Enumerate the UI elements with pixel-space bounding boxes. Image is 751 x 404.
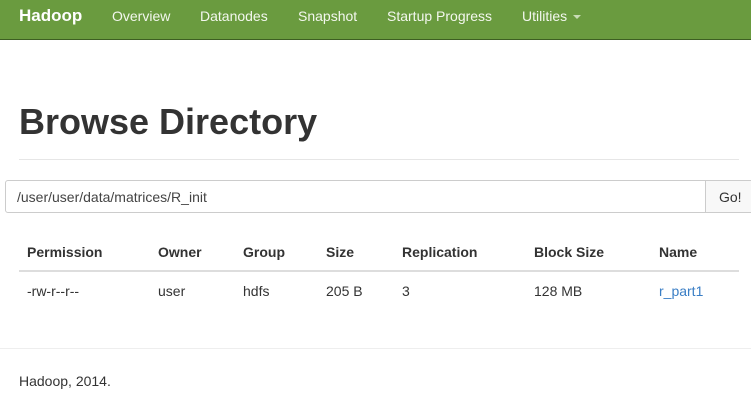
- nav-item-utilities-label: Utilities: [522, 8, 568, 24]
- column-header-name[interactable]: Name: [659, 243, 697, 261]
- cell-block-size: 128 MB: [534, 283, 583, 299]
- cell-group: hdfs: [243, 283, 270, 299]
- column-header-group[interactable]: Group: [243, 243, 285, 261]
- page-title: Browse Directory: [19, 101, 318, 142]
- cell-size: 205 B: [326, 283, 363, 299]
- directory-path-input[interactable]: [5, 180, 706, 213]
- table-header-divider: [19, 270, 739, 272]
- cell-name: r_part1: [659, 282, 703, 300]
- nav-item-datanodes[interactable]: Datanodes: [200, 7, 268, 25]
- column-header-block-size[interactable]: Block Size: [534, 243, 604, 261]
- nav-item-utilities[interactable]: Utilities: [522, 7, 582, 25]
- cell-permission: -rw-r--r--: [27, 283, 80, 299]
- column-header-owner[interactable]: Owner: [158, 243, 202, 261]
- cell-owner: user: [158, 283, 186, 299]
- nav-item-overview[interactable]: Overview: [112, 7, 170, 25]
- top-navbar: Hadoop Overview Datanodes Snapshot Start…: [0, 0, 751, 40]
- file-link-r-part1[interactable]: r_part1: [659, 283, 703, 299]
- column-header-permission[interactable]: Permission: [27, 243, 102, 261]
- brand-link[interactable]: Hadoop: [19, 6, 82, 26]
- column-header-size[interactable]: Size: [326, 243, 354, 261]
- nav-item-snapshot[interactable]: Snapshot: [298, 7, 357, 25]
- footer-divider: [0, 348, 751, 349]
- go-button[interactable]: Go!: [705, 180, 751, 213]
- cell-replication: 3: [402, 283, 410, 299]
- footer-text: Hadoop, 2014.: [19, 373, 111, 389]
- column-header-replication[interactable]: Replication: [402, 243, 477, 261]
- title-divider: [19, 159, 739, 160]
- nav-item-startup-progress[interactable]: Startup Progress: [387, 7, 492, 25]
- chevron-down-icon: [573, 15, 582, 20]
